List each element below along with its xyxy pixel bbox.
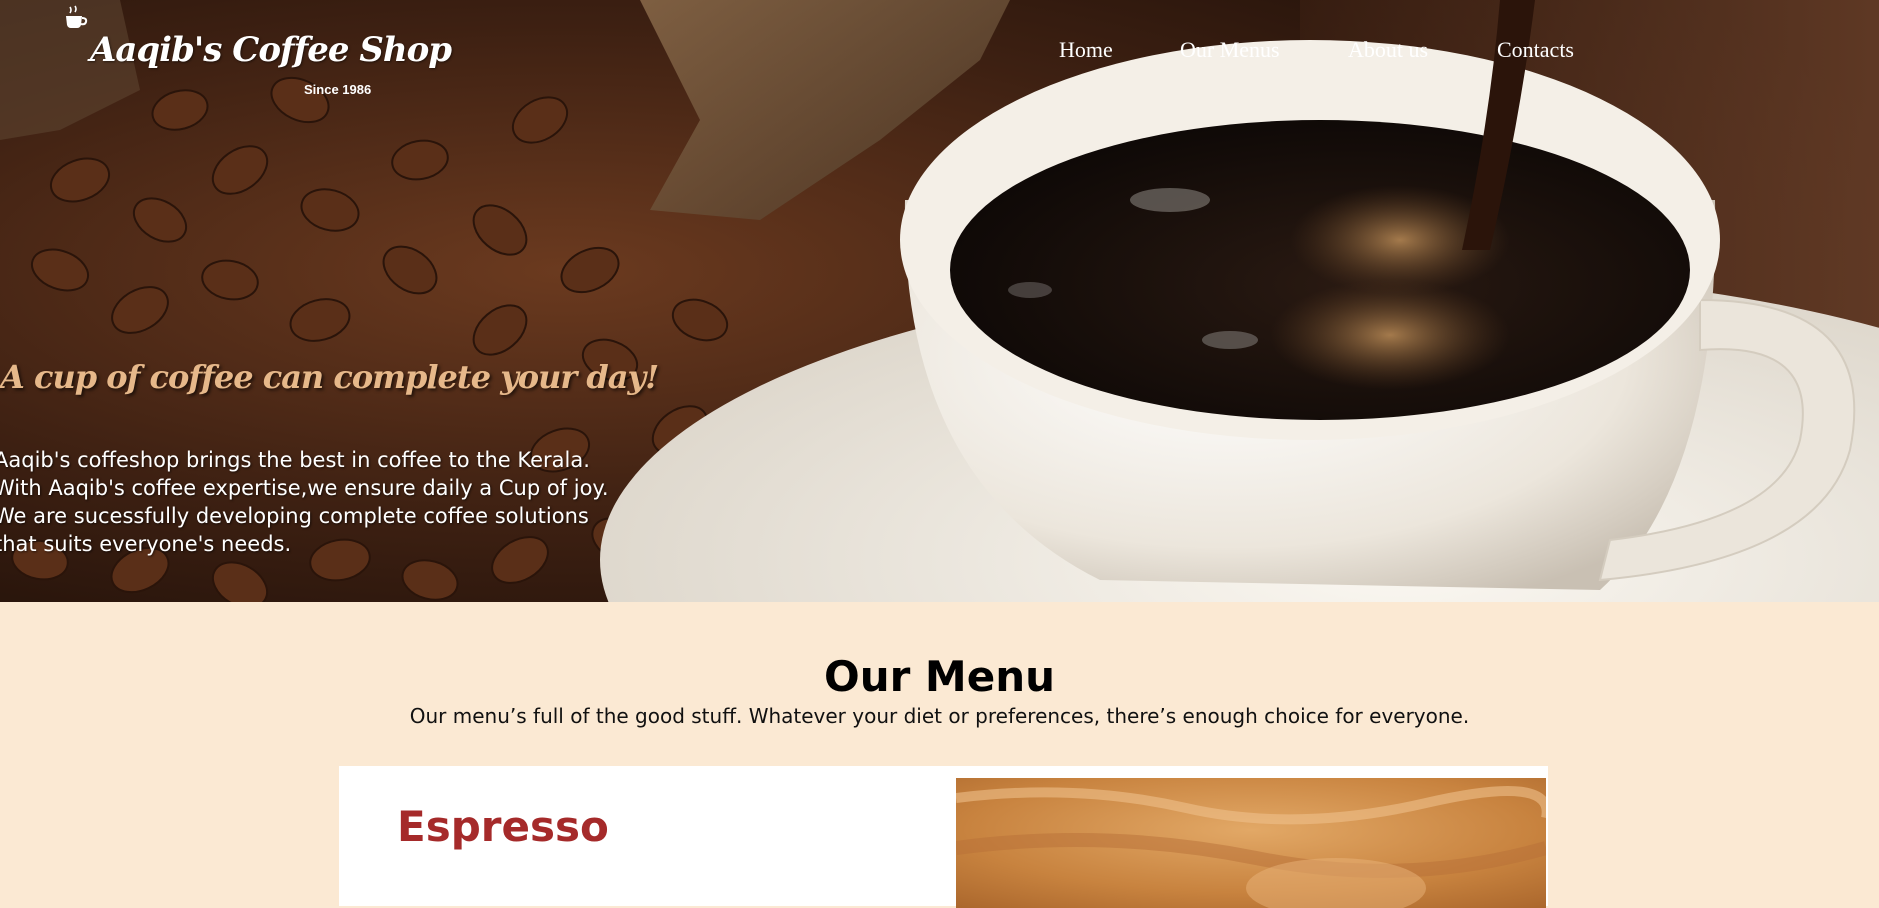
since-label: Since 1986 [304,82,372,97]
menu-section-title: Our Menu [823,652,1056,701]
intro-line: We are sucessfully developing complete c… [0,504,589,528]
nav-our-menus[interactable]: Our Menus [1180,37,1280,63]
intro-line: that suits everyone's needs. [0,532,292,556]
menu-section-subtitle: Our menu’s full of the good stuff. Whate… [409,704,1470,728]
menu-item-title: Espresso [397,802,609,851]
hero-section: Aaqib's Coffee Shop Since 1986 Home Our … [0,0,1879,602]
hero-intro: Aaqib's coffeshop brings the best in cof… [0,446,674,558]
intro-line: Aaqib's coffeshop brings the best in cof… [0,448,590,472]
hero-tagline: A cup of coffee can complete your day! [0,358,659,396]
nav-contacts[interactable]: Contacts [1497,37,1574,63]
logo-text[interactable]: Aaqib's Coffee Shop [90,30,452,70]
menu-item-card[interactable]: Espresso [339,766,1548,908]
menu-item-image [956,778,1546,908]
nav-about-us[interactable]: About us [1348,37,1428,63]
nav-home[interactable]: Home [1059,37,1113,63]
coffee-cup-icon [66,5,88,28]
intro-line: With Aaqib's coffee expertise,we ensure … [0,476,609,500]
